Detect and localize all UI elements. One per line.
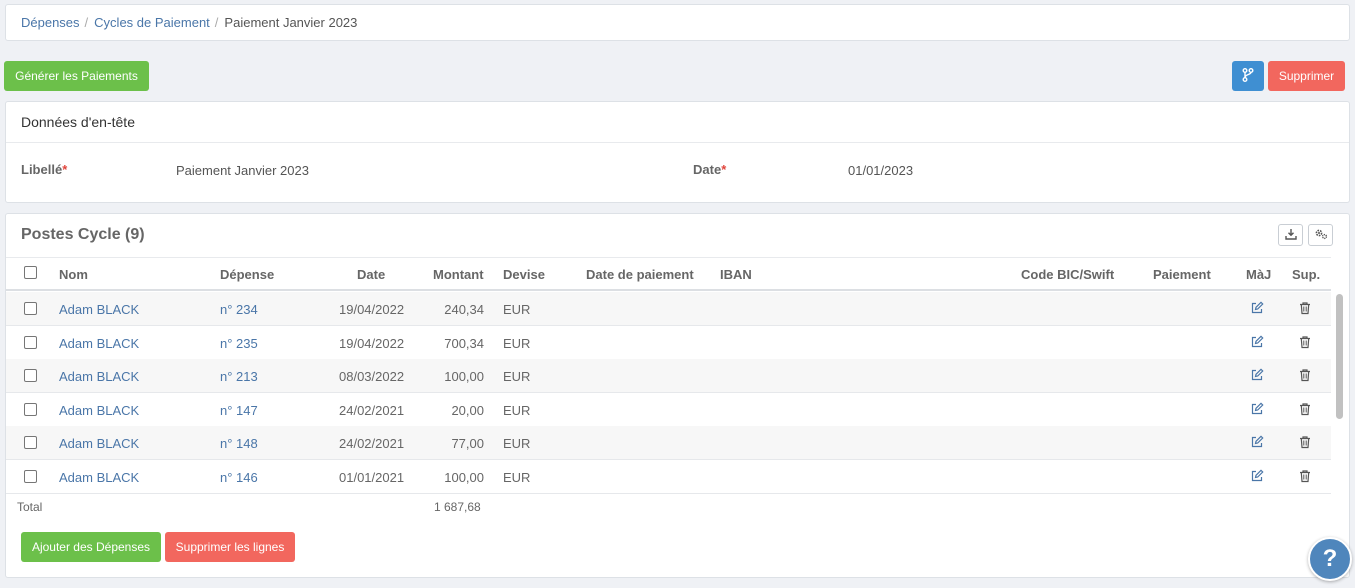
download-button[interactable] (1278, 224, 1303, 246)
total-value: 1 687,68 (434, 500, 481, 514)
delete-cycle-button[interactable]: Supprimer (1268, 61, 1345, 91)
table-row: Adam BLACK n° 234 19/04/2022 240,34 EUR (6, 292, 1331, 326)
row-nom-link[interactable]: Adam BLACK (59, 336, 139, 351)
column-nom[interactable]: Nom (59, 267, 88, 282)
select-all-checkbox[interactable] (24, 266, 37, 279)
edit-icon[interactable] (1250, 368, 1266, 384)
row-checkbox[interactable] (24, 302, 37, 315)
breadcrumb-separator: / (84, 15, 89, 30)
row-montant: 100,00 (444, 369, 484, 384)
column-sup: Sup. (1292, 267, 1321, 282)
row-nom-link[interactable]: Adam BLACK (59, 436, 139, 451)
trash-icon[interactable] (1298, 368, 1314, 384)
help-button[interactable]: ? (1308, 537, 1352, 581)
row-checkbox[interactable] (24, 369, 37, 382)
row-nom-link[interactable]: Adam BLACK (59, 403, 139, 418)
table-row: Adam BLACK n° 147 24/02/2021 20,00 EUR (6, 393, 1331, 427)
breadcrumb-item-current: Paiement Janvier 2023 (224, 15, 358, 30)
row-checkbox[interactable] (24, 469, 37, 483)
total-label: Total (17, 500, 43, 514)
row-depense-link[interactable]: n° 147 (220, 403, 258, 418)
table-row: Adam BLACK n° 235 19/04/2022 700,34 EUR (6, 326, 1331, 360)
settings-button[interactable] (1308, 224, 1333, 246)
edit-icon[interactable] (1250, 301, 1266, 317)
required-mark: * (62, 162, 68, 177)
column-paiement[interactable]: Paiement (1153, 267, 1211, 282)
row-montant: 77,00 (451, 436, 484, 451)
branch-button[interactable] (1232, 61, 1264, 91)
row-date: 24/02/2021 (339, 402, 405, 418)
download-icon (1284, 228, 1297, 243)
column-depense[interactable]: Dépense (220, 267, 274, 282)
column-iban[interactable]: IBAN (720, 267, 752, 282)
row-date: 01/01/2021 (339, 469, 405, 485)
column-maj: MàJ (1246, 267, 1272, 282)
postes-panel: Postes Cycle (9) Nom Dépense Date Montan… (5, 213, 1350, 578)
edit-icon[interactable] (1250, 468, 1266, 485)
trash-icon[interactable] (1298, 402, 1314, 418)
date-label: Date* (693, 162, 727, 177)
generate-payments-button[interactable]: Générer les Paiements (4, 61, 149, 91)
row-date: 19/04/2022 (339, 335, 405, 351)
column-montant[interactable]: Montant (433, 267, 484, 282)
row-nom-link[interactable]: Adam BLACK (59, 369, 139, 384)
row-devise: EUR (503, 369, 531, 384)
row-devise: EUR (503, 402, 531, 418)
postes-title: Postes Cycle (9) (21, 226, 145, 243)
breadcrumb: Dépenses / Cycles de Paiement / Paiement… (5, 4, 1350, 41)
row-devise: EUR (503, 469, 531, 485)
column-date-paiement[interactable]: Date de paiement (586, 267, 694, 282)
header-panel-title: Données d'en-tête (6, 102, 1349, 143)
row-checkbox[interactable] (24, 402, 37, 416)
breadcrumb-item-depenses[interactable]: Dépenses (21, 15, 80, 30)
libelle-value: Paiement Janvier 2023 (176, 163, 309, 178)
row-devise: EUR (503, 335, 531, 351)
row-montant: 100,00 (444, 469, 484, 485)
code-branch-icon (1242, 67, 1254, 85)
row-depense-link[interactable]: n° 148 (220, 436, 258, 451)
table-row: Adam BLACK n° 213 08/03/2022 100,00 EUR (6, 359, 1331, 393)
edit-icon[interactable] (1250, 401, 1266, 418)
row-nom-link[interactable]: Adam BLACK (59, 302, 139, 317)
table-scrollbar[interactable] (1336, 294, 1343, 419)
row-date: 19/04/2022 (339, 302, 405, 317)
row-checkbox[interactable] (24, 436, 37, 449)
row-date: 24/02/2021 (339, 436, 405, 451)
table-row: Adam BLACK n° 146 01/01/2021 100,00 EUR (6, 460, 1331, 494)
row-devise: EUR (503, 302, 531, 317)
row-checkbox[interactable] (24, 335, 37, 349)
row-devise: EUR (503, 436, 531, 451)
breadcrumb-item-cycles[interactable]: Cycles de Paiement (94, 15, 210, 30)
delete-lines-button[interactable]: Supprimer les lignes (165, 532, 295, 562)
row-depense-link[interactable]: n° 234 (220, 302, 258, 317)
column-bic[interactable]: Code BIC/Swift (1021, 267, 1114, 282)
header-data-panel: Données d'en-tête Libellé* Paiement Janv… (5, 101, 1350, 203)
add-expenses-button[interactable]: Ajouter des Dépenses (21, 532, 161, 562)
row-nom-link[interactable]: Adam BLACK (59, 470, 139, 485)
trash-icon[interactable] (1298, 435, 1314, 451)
libelle-label: Libellé* (21, 162, 68, 177)
column-date[interactable]: Date (357, 267, 385, 282)
table-row: Adam BLACK n° 148 24/02/2021 77,00 EUR (6, 426, 1331, 460)
row-montant: 20,00 (451, 402, 484, 418)
row-depense-link[interactable]: n° 146 (220, 470, 258, 485)
settings-icon (1314, 228, 1328, 243)
trash-icon[interactable] (1298, 469, 1314, 485)
row-depense-link[interactable]: n° 235 (220, 336, 258, 351)
row-date: 08/03/2022 (339, 369, 405, 384)
trash-icon[interactable] (1298, 335, 1314, 351)
table-header: Nom Dépense Date Montant Devise Date de … (6, 257, 1331, 291)
required-mark: * (721, 162, 727, 177)
edit-icon[interactable] (1250, 334, 1266, 351)
breadcrumb-separator: / (214, 15, 219, 30)
row-montant: 240,34 (444, 302, 484, 317)
date-value: 01/01/2023 (848, 163, 914, 178)
edit-icon[interactable] (1250, 435, 1266, 451)
row-depense-link[interactable]: n° 213 (220, 369, 258, 384)
trash-icon[interactable] (1298, 301, 1314, 317)
column-devise[interactable]: Devise (503, 267, 545, 282)
row-montant: 700,34 (444, 335, 484, 351)
